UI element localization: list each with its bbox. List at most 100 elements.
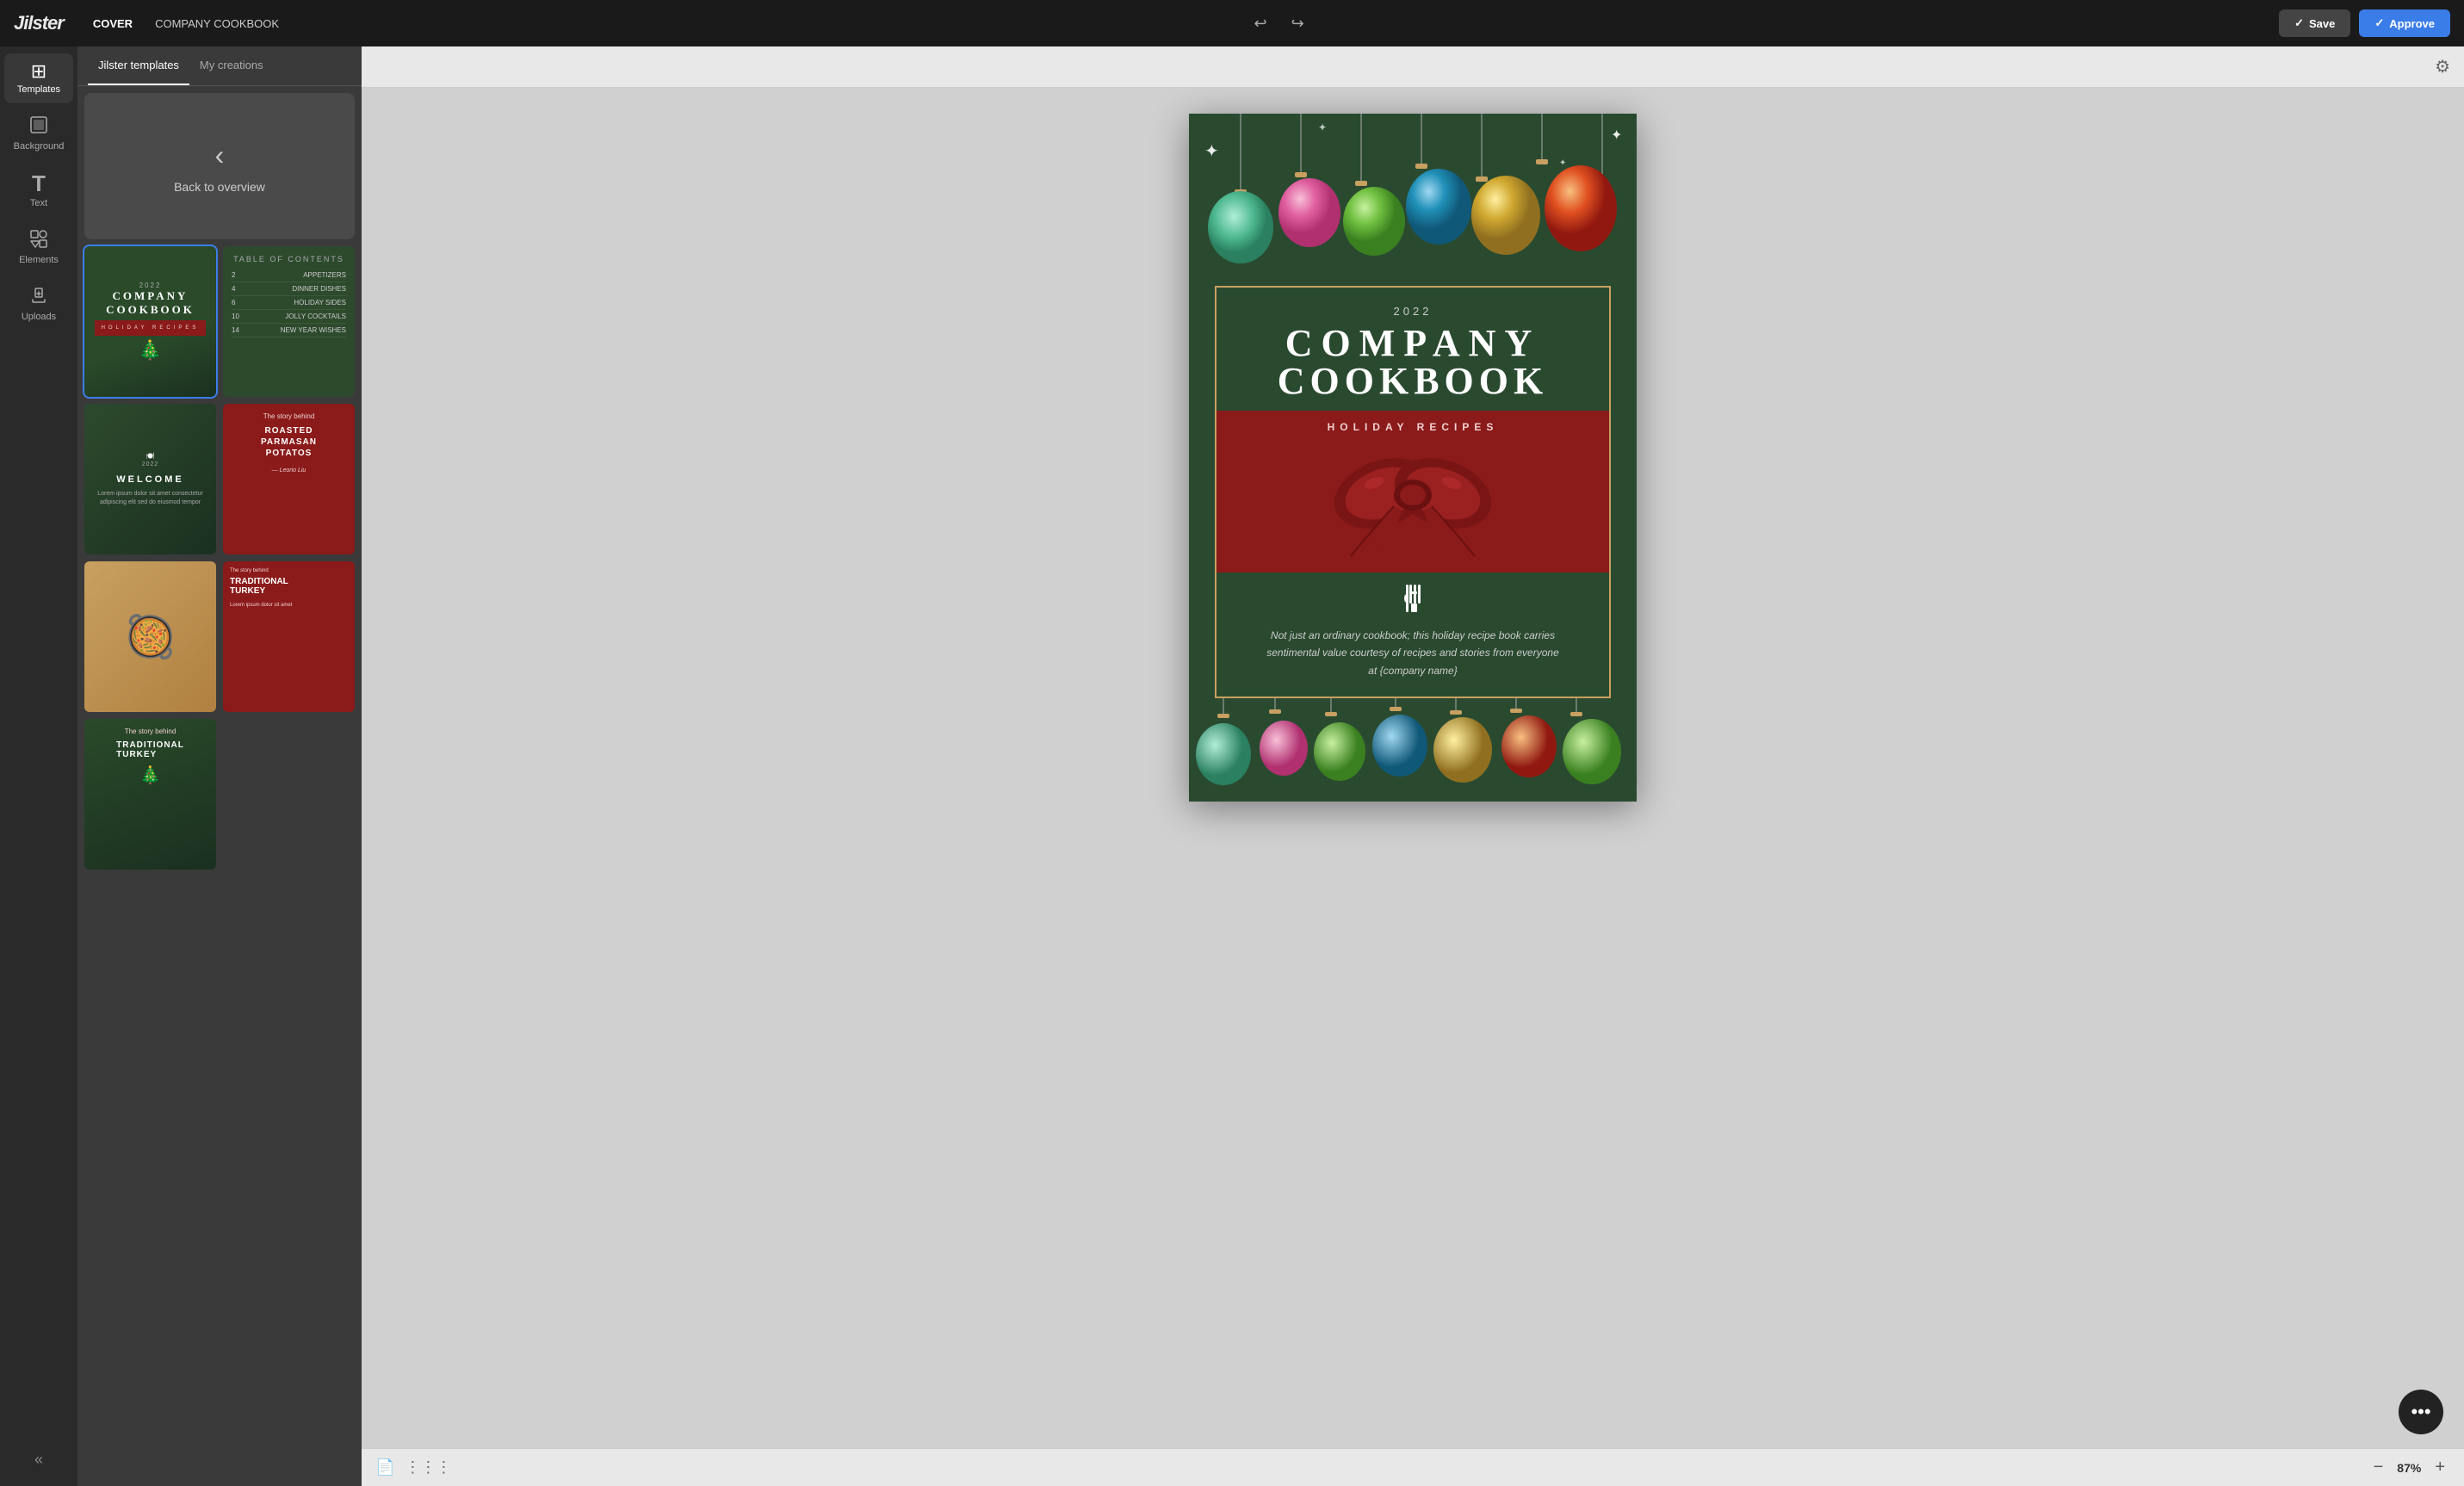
template-thumb-welcome[interactable]: 🍽️ 2022 WELCOME Lorem ipsum dolor sit am… <box>84 404 216 554</box>
approve-check-icon: ✓ <box>2374 16 2384 30</box>
tmpl-turkey-story: The story behind <box>125 728 176 735</box>
approve-label: Approve <box>2389 17 2435 30</box>
sidebar-item-elements[interactable]: Elements <box>4 220 73 274</box>
zoom-controls: − 87% + <box>2368 1456 2450 1479</box>
tmpl-welcome-icon: 🍽️ <box>146 452 155 460</box>
tmpl-turkey-title-label: TRADITIONALTURKEY <box>116 740 184 759</box>
tmpl-welcome-body: Lorem ipsum dolor sit amet consectetur a… <box>95 490 206 507</box>
collapse-sidebar-button[interactable]: « <box>28 1444 50 1476</box>
bow-svg <box>1327 433 1499 562</box>
svg-text:✦: ✦ <box>1611 128 1622 143</box>
sidebar-item-text-label: Text <box>30 198 47 208</box>
sidebar-item-background[interactable]: Background <box>4 107 73 160</box>
sidebar-item-background-label: Background <box>14 141 65 152</box>
bottom-left-icons: 📄 ⋮⋮⋮ <box>375 1458 451 1477</box>
background-icon <box>29 115 48 138</box>
cover-description: Not just an ordinary cookbook; this holi… <box>1266 627 1559 679</box>
tmpl-food2-text: Lorem ipsum dolor sit amet <box>230 603 348 608</box>
tmpl-turkey-ornament: 🎄 <box>139 765 161 786</box>
tmpl-toc-row-3: 6HOLIDAY SIDES <box>232 296 346 310</box>
zoom-in-button[interactable]: + <box>2430 1456 2450 1479</box>
template-thumb-cover[interactable]: 2022 COMPANY COOKBOOK HOLIDAY RECIPES 🎄 <box>84 246 216 397</box>
gold-frame: 2022 COMPANY COOKBOOK HOLIDAY RECIPES <box>1215 286 1611 698</box>
canvas-scroll[interactable]: ✦ ✦ ✦ ✦ 2022 <box>362 88 2464 1448</box>
back-to-overview-label: Back to overview <box>174 180 265 194</box>
svg-text:✦: ✦ <box>1204 142 1219 161</box>
canvas-bottombar: 📄 ⋮⋮⋮ − 87% + <box>362 1448 2464 1486</box>
canvas-toolbar: ⚙ <box>362 46 2464 88</box>
save-check-icon: ✓ <box>2294 16 2304 30</box>
document-icon[interactable]: 📄 <box>375 1458 394 1477</box>
topbar-center: ↩ ↪ <box>293 11 2265 36</box>
settings-icon[interactable]: ⚙ <box>2435 56 2450 77</box>
tmpl-cover-year-label: 2022 <box>139 282 162 289</box>
approve-button[interactable]: ✓ Approve <box>2359 9 2450 37</box>
zoom-out-button[interactable]: − <box>2368 1456 2389 1479</box>
template-grid: 2022 COMPANY COOKBOOK HOLIDAY RECIPES 🎄 … <box>84 246 355 870</box>
nav-tab-cover[interactable]: COVER <box>84 14 141 34</box>
layers-icon[interactable]: ⋮⋮⋮ <box>405 1458 451 1477</box>
templates-panel: Jilster templates My creations ‹ Back to… <box>77 46 362 1486</box>
tmpl-cover-cookbook-label: COOKBOOK <box>106 303 195 317</box>
tmpl-recipe1-story: The story behind <box>263 412 315 420</box>
sidebar-item-text[interactable]: T Text <box>4 164 73 217</box>
tmpl-toc-header: TABLE OF CONTENTS <box>232 255 346 269</box>
tmpl-cover-company-label: COMPANY <box>113 289 189 303</box>
sidebar-item-uploads[interactable]: Uploads <box>4 277 73 331</box>
utensils-svg <box>1397 583 1428 614</box>
uploads-icon <box>29 286 48 308</box>
ribbon-subtitle: HOLIDAY RECIPES <box>1328 421 1499 433</box>
text-icon: T <box>32 172 46 195</box>
ornaments-top-svg: ✦ ✦ ✦ ✦ <box>1189 114 1637 286</box>
back-to-overview-button[interactable]: ‹ Back to overview <box>84 93 355 239</box>
panel-tabs: Jilster templates My creations <box>77 46 362 86</box>
template-thumb-food2[interactable]: The story behind TRADITIONALTURKEY Lorem… <box>223 561 355 712</box>
template-thumb-parmasan[interactable]: The story behind ROASTEDPARMASANPOTATOS … <box>223 404 355 554</box>
nav-breadcrumb: COMPANY COOKBOOK <box>155 17 279 30</box>
cover-year: 2022 <box>1238 305 1588 318</box>
tmpl-recipe1-author: — Leorio Liu <box>272 467 306 474</box>
save-button[interactable]: ✓ Save <box>2279 9 2350 37</box>
sidebar-item-templates[interactable]: ⊞ Templates <box>4 53 73 103</box>
icon-sidebar: ⊞ Templates Background T Text Elements U… <box>0 46 77 1486</box>
cover-company-title: COMPANY <box>1238 325 1588 362</box>
tab-jilster-templates[interactable]: Jilster templates <box>88 46 189 85</box>
template-thumb-food-photo[interactable]: 🥘 <box>84 561 216 712</box>
tab-my-creations[interactable]: My creations <box>189 46 274 85</box>
tmpl-recipe1-title-label: ROASTEDPARMASANPOTATOS <box>261 425 317 459</box>
templates-icon: ⊞ <box>31 62 46 81</box>
back-arrow-icon: ‹ <box>215 139 225 171</box>
ornaments-bottom-svg <box>1189 698 1637 802</box>
svg-text:✦: ✦ <box>1318 121 1327 133</box>
templates-panel-content: ‹ Back to overview 2022 COMPANY COOKBOOK… <box>77 86 362 1486</box>
more-options-button[interactable]: ••• <box>2399 1390 2443 1434</box>
cookbook-cover[interactable]: ✦ ✦ ✦ ✦ 2022 <box>1189 114 1637 802</box>
template-thumb-turkey[interactable]: The story behind TRADITIONALTURKEY 🎄 <box>84 719 216 870</box>
tmpl-food2-story: The story behind <box>230 568 348 573</box>
save-label: Save <box>2309 17 2335 30</box>
food-photo-placeholder: 🥘 <box>125 612 176 661</box>
tmpl-cover-subtitle-label: HOLIDAY RECIPES <box>102 325 200 331</box>
elements-icon <box>29 229 48 251</box>
svg-text:✦: ✦ <box>1559 158 1566 168</box>
tmpl-toc-row-5: 14NEW YEAR WISHES <box>232 324 346 337</box>
template-thumb-toc[interactable]: TABLE OF CONTENTS 2APPETIZERS 4DINNER DI… <box>223 246 355 397</box>
tmpl-ornament-icon: 🎄 <box>139 339 162 362</box>
tmpl-welcome-title-label: WELCOME <box>116 474 183 485</box>
tmpl-toc-row-4: 10JOLLY COCKTAILS <box>232 310 346 324</box>
cover-text-block: 2022 COMPANY COOKBOOK <box>1238 305 1588 400</box>
sidebar-item-uploads-label: Uploads <box>22 312 56 322</box>
zoom-level: 87% <box>2397 1461 2421 1475</box>
undo-button[interactable]: ↩ <box>1247 11 1273 36</box>
logo: Jilster <box>14 12 64 34</box>
ribbon-band: HOLIDAY RECIPES <box>1217 411 1609 573</box>
tmpl-food2-title-label: TRADITIONALTURKEY <box>230 577 348 596</box>
tmpl-welcome-year: 2022 <box>142 461 159 467</box>
canvas-area: ⚙ <box>362 46 2464 1486</box>
sidebar-item-templates-label: Templates <box>17 84 60 95</box>
redo-button[interactable]: ↪ <box>1285 11 1311 36</box>
cover-cookbook-title: COOKBOOK <box>1238 362 1588 400</box>
topbar-right: ✓ Save ✓ Approve <box>2279 9 2450 37</box>
topbar: Jilster COVER COMPANY COOKBOOK ↩ ↪ ✓ Sav… <box>0 0 2464 46</box>
tmpl-toc-row-2: 4DINNER DISHES <box>232 282 346 296</box>
